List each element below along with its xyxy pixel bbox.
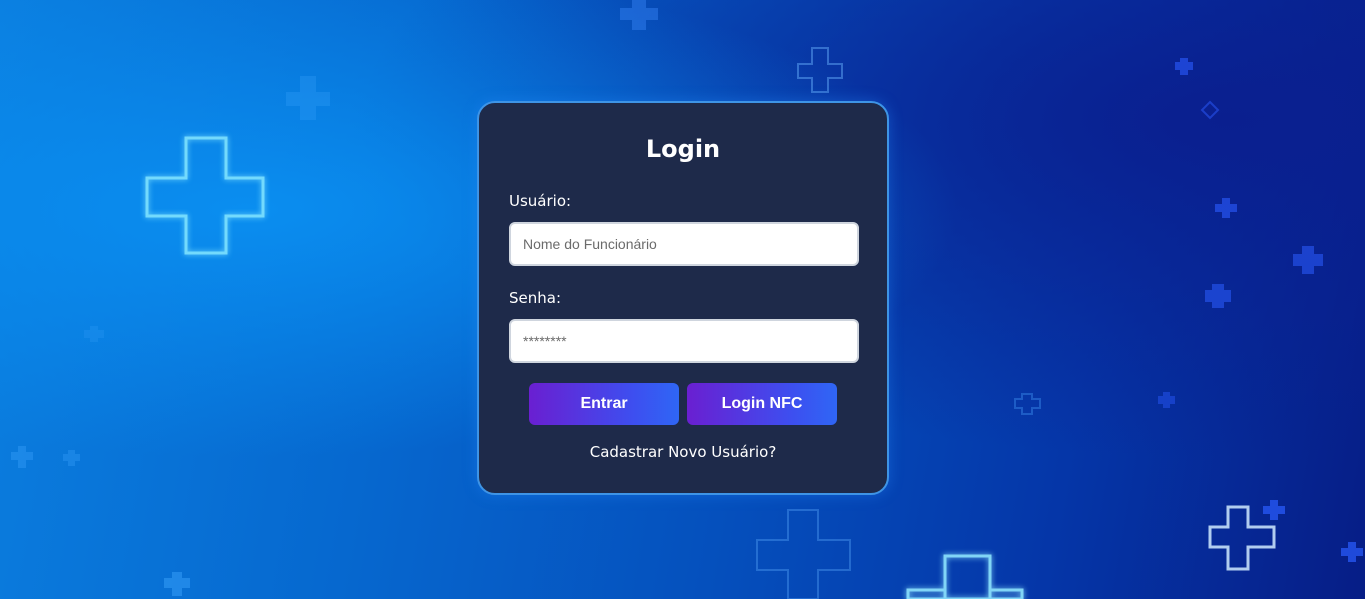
password-label: Senha: [509,289,562,307]
login-button[interactable]: Entrar [529,383,679,425]
medical-cross-icon [906,554,1024,599]
medical-cross-icon [1341,542,1363,562]
medical-cross-icon [1158,392,1175,408]
medical-cross-icon [620,0,658,30]
medical-cross-icon [1215,198,1237,218]
medical-cross-icon [797,47,843,93]
login-title: Login [645,135,721,163]
password-input[interactable] [509,319,859,363]
register-link[interactable]: Cadastrar Novo Usuário? [479,443,887,461]
medical-cross-icon [84,326,104,342]
medical-cross-icon [756,509,851,599]
username-label: Usuário: [509,192,572,210]
nfc-login-button[interactable]: Login NFC [687,383,837,425]
medical-cross-icon [145,136,265,255]
login-card: Login Usuário: Senha: Entrar Login NFC C… [477,101,889,495]
username-input[interactable] [509,222,859,266]
medical-cross-icon [63,450,80,466]
medical-cross-icon [1175,58,1193,75]
medical-cross-icon [1208,505,1276,571]
medical-cross-icon [286,76,330,120]
medical-cross-icon [1205,284,1231,308]
medical-cross-icon [11,446,33,468]
medical-cross-icon [1200,100,1220,120]
medical-cross-icon [1263,500,1285,520]
medical-cross-icon [1293,246,1323,274]
medical-cross-icon [164,572,190,596]
medical-cross-icon [1014,393,1041,415]
